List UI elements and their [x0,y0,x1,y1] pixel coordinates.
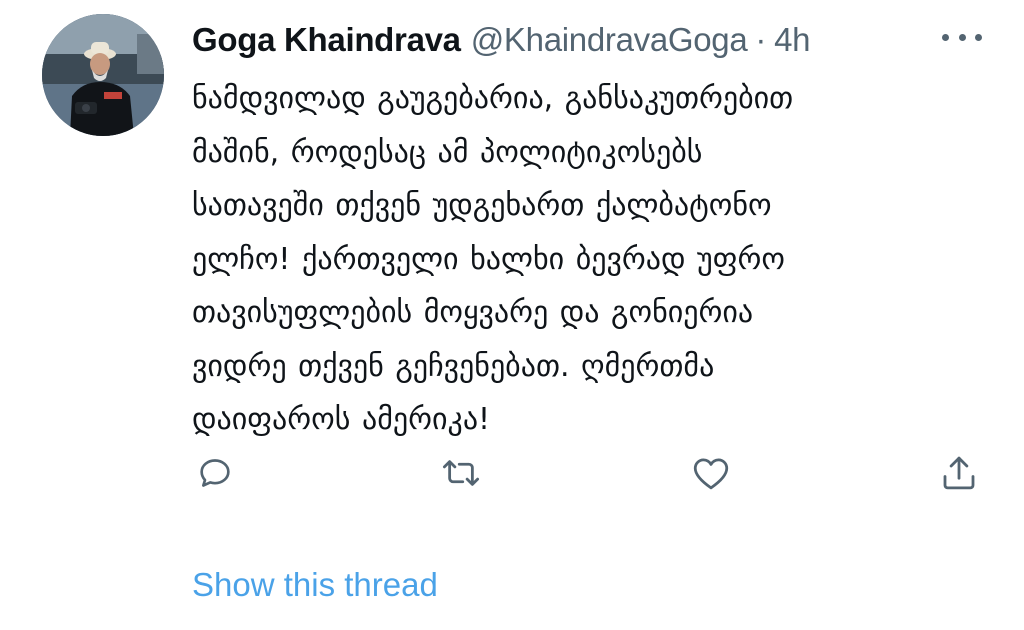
author-name[interactable]: Goga Khaindrava [192,21,461,59]
tweet-text-line: მაშინ, როდესაც ამ პოლიტიკოსებს [192,134,703,170]
tweet-text-line: ვიდრე თქვენ გეჩვენებათ. ღმერთმა [192,348,715,384]
show-thread-link[interactable]: Show this thread [192,566,438,604]
tweet-text-line: სათავეში თქვენ უდგეხართ ქალბატონო [192,188,772,223]
reply-icon [200,459,230,487]
tweet-text-line: დაიფაროს ამერიკა! [192,402,491,437]
retweet-icon [442,460,480,486]
share-icon [943,456,975,490]
retweet-button[interactable] [438,450,484,496]
tweet-text-line: ნამდვილად გაუგებარია, განსაკუთრებით [192,81,794,116]
share-button[interactable] [936,450,982,496]
heart-icon [693,458,729,490]
tweet-timestamp[interactable]: 4h [774,21,810,59]
reply-button[interactable] [192,450,238,496]
author-avatar[interactable] [42,14,164,136]
like-button[interactable] [688,450,734,496]
tweet-text: ნამდვილად გაუგებარია, განსაკუთრებით მაში… [192,72,992,447]
tweet-header: Goga Khaindrava @KhaindravaGoga · 4h [192,20,811,60]
more-options-icon[interactable] [942,22,982,52]
separator-dot: · [755,21,767,58]
tweet-text-line: თავისუფლების მოყვარე და გონიერია [192,295,754,330]
tweet-actions [192,450,992,496]
author-handle[interactable]: @KhaindravaGoga [471,21,748,59]
tweet-text-line: ელჩო! ქართველი ხალხი ბევრად უფრო [192,241,785,277]
